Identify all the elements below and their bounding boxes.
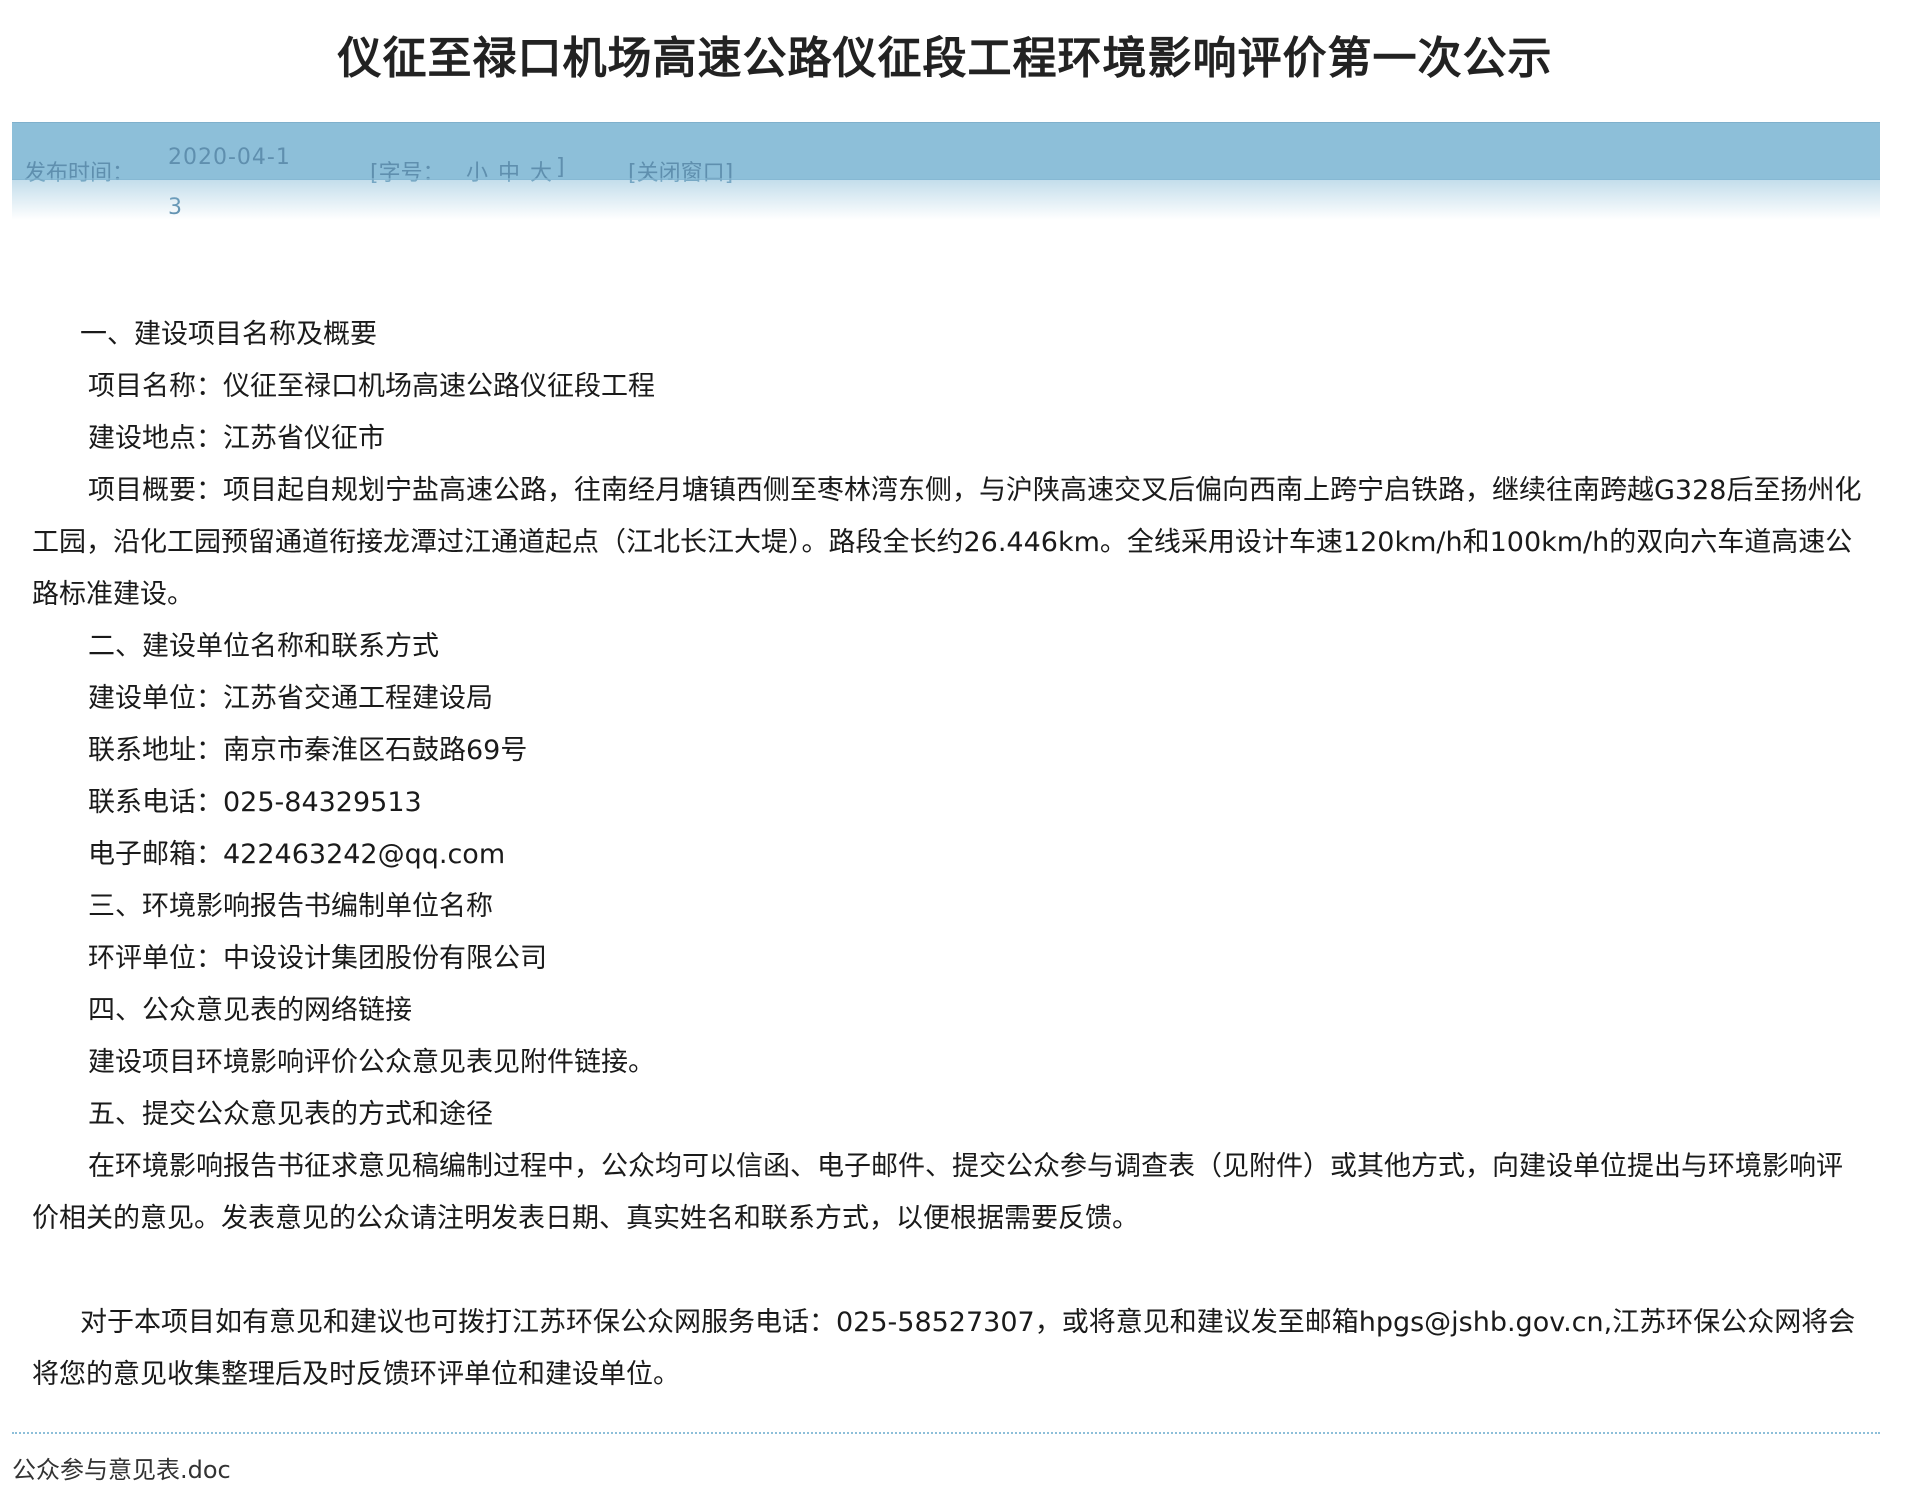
contact-email: 电子邮箱：422463242@qq.com [88,839,506,870]
dotted-divider [12,1432,1880,1434]
contact-phone: 联系电话：025-84329513 [88,787,422,818]
info-bar-fade [12,178,1880,220]
attachment-link[interactable]: 公众参与意见表.doc [12,1450,231,1485]
section-heading: 一、建设项目名称及概要 [80,319,377,350]
section-heading: 五、提交公众意见表的方式和途径 [88,1099,493,1130]
section-heading: 四、公众意见表的网络链接 [88,995,412,1026]
attachment-bar [0,1444,1928,1488]
section-heading: 三、环境影响报告书编制单位名称 [88,891,493,922]
project-summary: 项目概要：项目起自规划宁盐高速公路，往南经月塘镇西侧至枣林湾东侧，与沪陕高速交叉… [32,475,1862,610]
construction-location: 建设地点：江苏省仪征市 [88,423,385,454]
contact-address: 联系地址：南京市秦淮区石鼓路69号 [88,735,528,766]
section-heading: 二、建设单位名称和联系方式 [88,631,439,662]
submission-method-text: 在环境影响报告书征求意见稿编制过程中，公众均可以信函、电子邮件、提交公众参与调查… [32,1151,1843,1234]
info-bar: 发布时间： 2020-04-13 [字号： 小 中 大 ] [关闭窗口] [12,122,1880,220]
project-name: 项目名称：仪征至禄口机场高速公路仪征段工程 [88,371,655,402]
construction-unit: 建设单位：江苏省交通工程建设局 [88,683,493,714]
article-body: 一、建设项目名称及概要 项目名称：仪征至禄口机场高速公路仪征段工程 建设地点：江… [32,309,1862,1401]
page-title: 仪征至禄口机场高速公路仪征段工程环境影响评价第一次公示 [337,33,1553,84]
opinion-form-link-text: 建设项目环境影响评价公众意见表见附件链接。 [88,1047,655,1078]
font-size-end: ] [556,155,565,180]
eia-unit: 环评单位：中设设计集团股份有限公司 [88,943,547,974]
closing-paragraph: 对于本项目如有意见和建议也可拨打江苏环保公众网服务电话：025-58527307… [32,1307,1856,1390]
